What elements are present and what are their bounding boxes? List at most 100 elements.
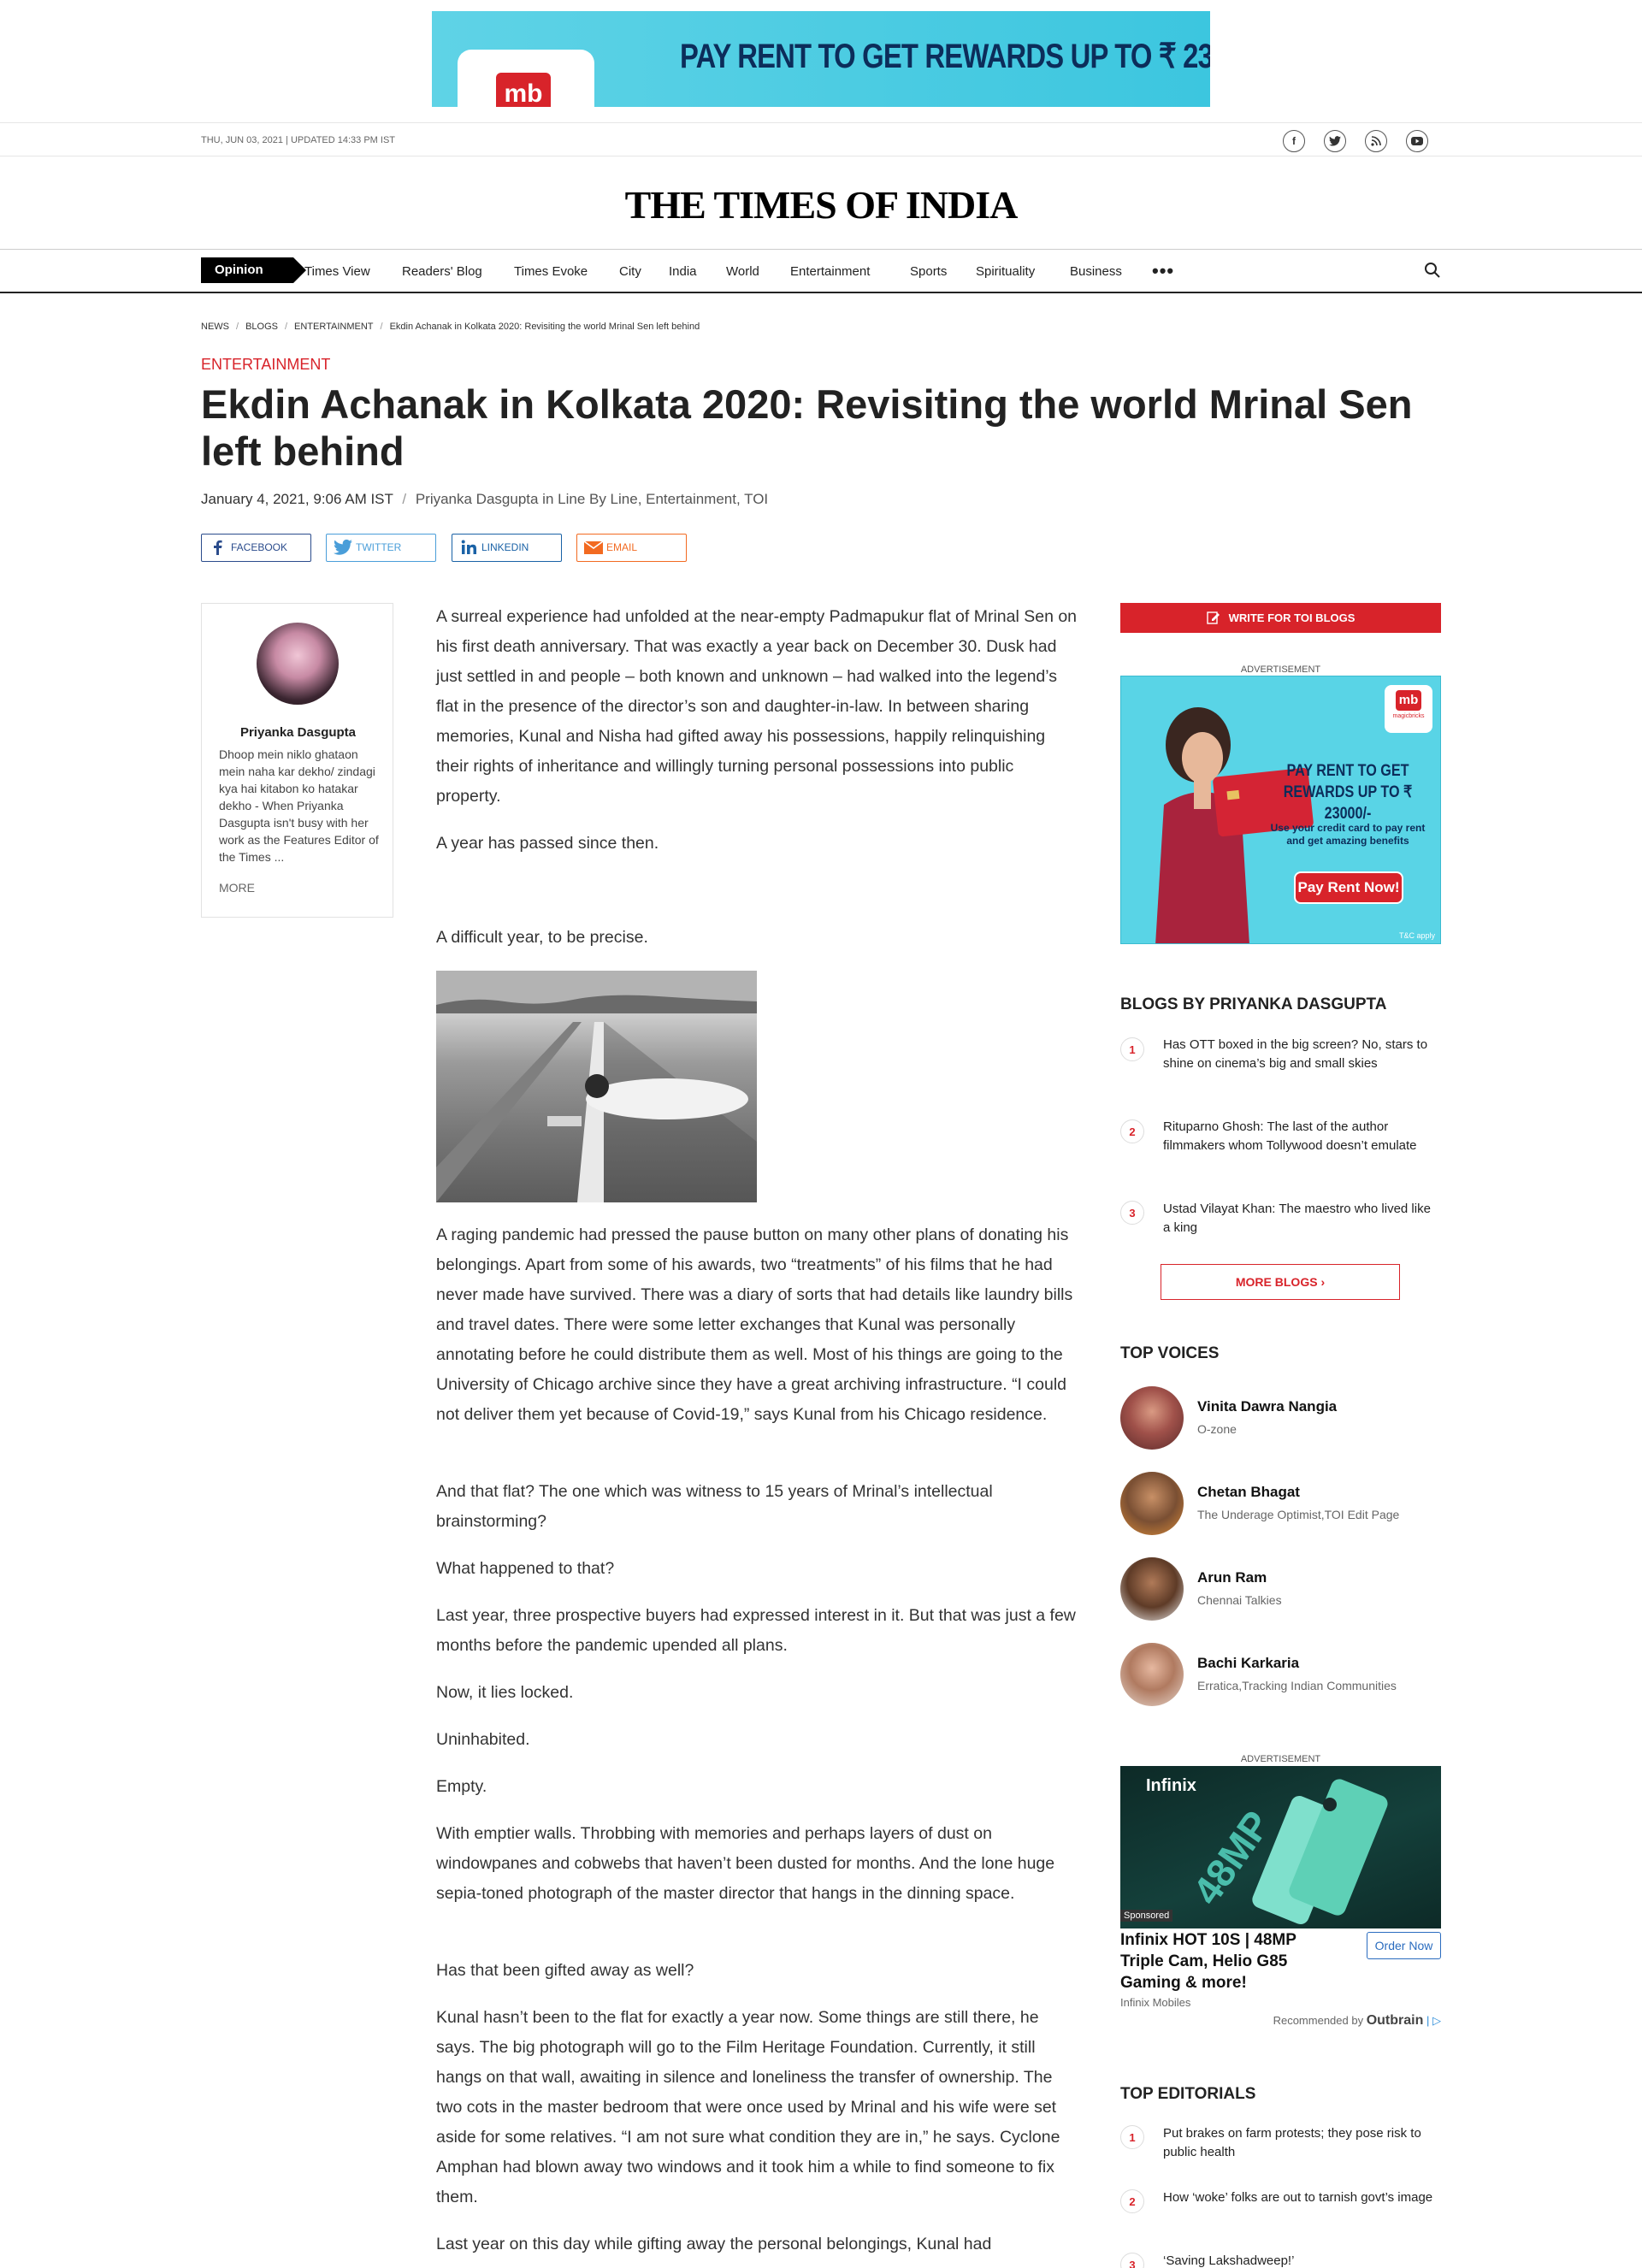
editorial-link[interactable]: ‘Saving Lakshadweep!’	[1163, 2252, 1441, 2268]
masthead: THE TIMES OF INDIA	[0, 157, 1642, 249]
top-banner-ad[interactable]: mb PAY RENT TO GET REWARDS UP TO ₹ 23000	[432, 11, 1210, 107]
share-twitter-label: TWITTER	[356, 541, 402, 553]
editorial-number: 1	[1120, 2125, 1144, 2149]
top-voices-heading: TOP VOICES	[1120, 1344, 1220, 1362]
article-paragraph: Uninhabited.	[436, 1730, 530, 1749]
article-paragraph: Has that been gifted away as well?	[436, 1961, 694, 1980]
article-date: January 4, 2021, 9:06 AM IST	[201, 491, 393, 507]
author-name[interactable]: Priyanka Dasgupta	[202, 725, 394, 740]
chevron-right-icon: ›	[1320, 1275, 1326, 1289]
more-blogs-label: MORE BLOGS	[1235, 1275, 1318, 1289]
facebook-icon[interactable]: f	[1283, 130, 1305, 152]
magicbricks-logo: mb	[496, 73, 551, 107]
nav-item-times-view[interactable]: Times View	[304, 264, 370, 279]
breadcrumb-news[interactable]: NEWS	[201, 322, 229, 332]
author-more-link[interactable]: MORE	[219, 881, 255, 895]
article-paragraph: Now, it lies locked.	[436, 1683, 574, 1702]
blogs-by-author-heading: BLOGS BY PRIYANKA DASGUPTA	[1120, 995, 1387, 1013]
article-paragraph: A difficult year, to be precise.	[436, 928, 648, 947]
share-facebook-button[interactable]: FACEBOOK	[201, 534, 311, 562]
author-bio: Dhoop mein niklo ghataon mein naha kar d…	[219, 747, 379, 864]
article-paragraph: Last year on this day while gifting away…	[436, 2235, 992, 2253]
nav-item-sports[interactable]: Sports	[910, 264, 947, 279]
blog-link[interactable]: Ustad Vilayat Khan: The maestro who live…	[1163, 1200, 1441, 1237]
twitter-icon	[334, 539, 352, 555]
voice-name[interactable]: Bachi Karkaria	[1197, 1655, 1299, 1672]
article-paragraph: A surreal experience had unfolded at the…	[436, 607, 1078, 806]
article-paragraph: With emptier walls. Throbbing with memor…	[436, 1824, 1055, 1903]
share-email-button[interactable]: EMAIL	[576, 534, 687, 562]
voice-blog[interactable]: Chennai Talkies	[1197, 1593, 1282, 1607]
edit-icon	[1206, 611, 1220, 624]
ad2-title[interactable]: Infinix HOT 10S | 48MP Triple Cam, Helio…	[1120, 1929, 1334, 1993]
article-author[interactable]: Priyanka Dasgupta in Line By Line, Enter…	[416, 491, 768, 507]
nav-item-readers-blog[interactable]: Readers' Blog	[402, 264, 482, 279]
share-linkedin-button[interactable]: LINKEDIN	[452, 534, 562, 562]
voice-blog[interactable]: Erratica,Tracking Indian Communities	[1197, 1679, 1397, 1692]
voice-avatar[interactable]	[1120, 1557, 1184, 1621]
voice-blog[interactable]: O-zone	[1197, 1422, 1237, 1436]
section-label[interactable]: ENTERTAINMENT	[201, 356, 330, 374]
more-blogs-button[interactable]: MORE BLOGS ›	[1161, 1264, 1400, 1300]
share-facebook-label: FACEBOOK	[231, 541, 288, 553]
twitter-icon[interactable]	[1324, 130, 1346, 152]
ad1-fineprint: T&C apply	[1398, 931, 1435, 940]
nav-item-city[interactable]: City	[619, 264, 641, 279]
voice-avatar[interactable]	[1120, 1386, 1184, 1450]
more-menu-icon[interactable]: •••	[1152, 260, 1174, 282]
article-paragraph: A year has passed since then.	[436, 834, 659, 853]
order-now-button[interactable]: Order Now	[1367, 1932, 1441, 1959]
advertisement-label: ADVERTISEMENT	[1240, 664, 1321, 675]
search-icon[interactable]	[1424, 262, 1441, 279]
nav-item-world[interactable]: World	[726, 264, 759, 279]
write-for-toi-blogs-button[interactable]: WRITE FOR TOI BLOGS	[1120, 603, 1441, 633]
editorial-link[interactable]: How ‘woke’ folks are out to tarnish govt…	[1163, 2188, 1441, 2207]
ad2-brand: Infinix Mobiles	[1120, 1996, 1191, 2009]
nav-item-business[interactable]: Business	[1070, 264, 1122, 279]
blog-link[interactable]: Has OTT boxed in the big screen? No, sta…	[1163, 1036, 1441, 1073]
date-updated: THU, JUN 03, 2021 | UPDATED 14:33 PM IST	[201, 135, 396, 145]
blog-number: 3	[1120, 1201, 1144, 1225]
voice-blog[interactable]: The Underage Optimist,TOI Edit Page	[1197, 1508, 1399, 1521]
editorial-link[interactable]: Put brakes on farm protests; they pose r…	[1163, 2124, 1441, 2162]
article-paragraph: Kunal hasn’t been to the flat for exactl…	[436, 2008, 1060, 2206]
magicbricks-side-ad[interactable]: mb magicbricks PAY RENT TO GET REWARDS U…	[1120, 676, 1441, 944]
email-icon	[583, 540, 604, 554]
linkedin-icon	[461, 540, 476, 554]
youtube-icon[interactable]	[1406, 130, 1428, 152]
outbrain-attribution[interactable]: Recommended by Outbrain | ▷	[1120, 2013, 1441, 2029]
infinix-side-ad[interactable]: Infinix 48MP	[1120, 1766, 1441, 1928]
blog-link[interactable]: Rituparno Ghosh: The last of the author …	[1163, 1118, 1441, 1155]
nav-item-entertainment[interactable]: Entertainment	[790, 264, 870, 279]
breadcrumb-current: Ekdin Achanak in Kolkata 2020: Revisitin…	[389, 322, 700, 332]
rss-icon[interactable]	[1365, 130, 1387, 152]
voice-name[interactable]: Arun Ram	[1197, 1569, 1267, 1586]
ad-choices-icon[interactable]: | ▷	[1426, 2014, 1441, 2027]
utility-bar: THU, JUN 03, 2021 | UPDATED 14:33 PM IST…	[0, 122, 1642, 157]
article-paragraph: Empty.	[436, 1777, 487, 1796]
sponsored-badge: Sponsored	[1120, 1910, 1173, 1922]
editorial-number: 2	[1120, 2189, 1144, 2213]
author-avatar[interactable]	[257, 623, 339, 705]
article-photo	[436, 971, 757, 1202]
nav-item-spirituality[interactable]: Spirituality	[976, 264, 1035, 279]
voice-avatar[interactable]	[1120, 1643, 1184, 1706]
recommended-by-label: Recommended by	[1273, 2014, 1364, 2027]
advertisement-label: ADVERTISEMENT	[1240, 1754, 1321, 1764]
breadcrumb-entertainment[interactable]: ENTERTAINMENT	[294, 322, 374, 332]
nav-item-times-evoke[interactable]: Times Evoke	[514, 264, 588, 279]
pay-rent-now-button[interactable]: Pay Rent Now!	[1294, 871, 1403, 904]
nav-item-india[interactable]: India	[669, 264, 697, 279]
article-title: Ekdin Achanak in Kolkata 2020: Revisitin…	[201, 381, 1413, 474]
voice-name[interactable]: Chetan Bhagat	[1197, 1484, 1300, 1501]
top-editorials-heading: TOP EDITORIALS	[1120, 2085, 1256, 2103]
share-twitter-button[interactable]: TWITTER	[326, 534, 436, 562]
breadcrumb-blogs[interactable]: BLOGS	[245, 322, 278, 332]
mb-logo-sub: magicbricks	[1392, 713, 1425, 719]
ad1-subtext: Use your credit card to pay rent and get…	[1270, 822, 1426, 847]
outbrain-logo: Outbrain	[1366, 2013, 1424, 2028]
voice-name[interactable]: Vinita Dawra Nangia	[1197, 1398, 1337, 1415]
site-logo[interactable]: THE TIMES OF INDIA	[0, 182, 1642, 227]
voice-avatar[interactable]	[1120, 1472, 1184, 1535]
nav-item-opinion[interactable]: Opinion	[201, 257, 306, 283]
